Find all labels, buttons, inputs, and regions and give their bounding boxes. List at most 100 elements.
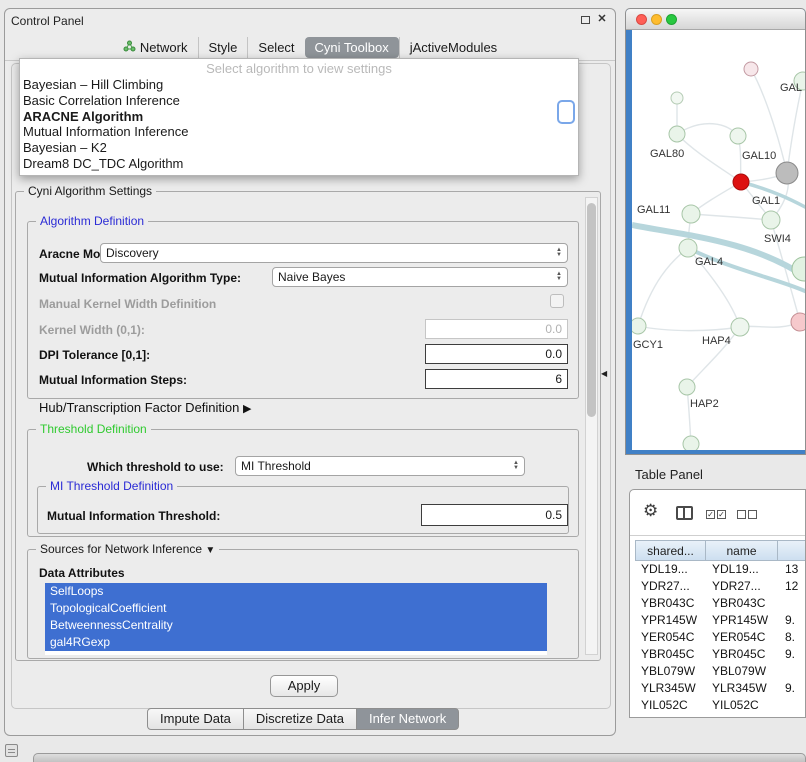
network-node[interactable] <box>744 62 758 76</box>
table-row[interactable]: YDR27... YDR27... 12 <box>636 578 806 595</box>
which-threshold-select[interactable]: MI Threshold ▲▼ <box>235 456 525 476</box>
cell-name: YBR043C <box>707 595 780 612</box>
close-icon[interactable]: ✕ <box>596 13 608 25</box>
mi-algorithm-type-select[interactable]: Naive Bayes ▲▼ <box>272 267 568 287</box>
cell-shared-name: YBR045C <box>636 646 707 663</box>
network-node[interactable] <box>671 92 683 104</box>
minimize-traffic-light-icon[interactable] <box>651 14 662 25</box>
tab-style[interactable]: Style <box>198 37 248 58</box>
network-node[interactable] <box>762 211 780 229</box>
tab-jactivemodules[interactable]: jActiveModules <box>399 37 507 58</box>
cell-shared-name: YDL19... <box>636 561 707 578</box>
table-row[interactable]: YLR345W YLR345W 9. <box>636 680 806 697</box>
column-header-name[interactable]: name <box>705 540 778 561</box>
network-node[interactable] <box>669 126 685 142</box>
tab-infer-network[interactable]: Infer Network <box>356 708 459 730</box>
cell-shared-name: YPR145W <box>636 612 707 629</box>
cell-value <box>780 663 806 680</box>
attribute-item-selected[interactable]: BetweennessCentrality <box>45 617 547 634</box>
settings-scrollbar-thumb[interactable] <box>587 203 596 417</box>
tab-discretize-data[interactable]: Discretize Data <box>243 708 357 730</box>
attribute-item-selected[interactable]: gal4RGexp <box>45 634 547 651</box>
tab-cyni-toolbox[interactable]: Cyni Toolbox <box>305 37 399 58</box>
network-canvas[interactable]: GAL GAL80 GAL10 GAL11 GAL1 SWI4 GAL4 GCY… <box>632 30 806 450</box>
mi-steps-label: Mutual Information Steps: <box>39 373 187 387</box>
mi-steps-field[interactable]: 6 <box>425 369 568 389</box>
network-node[interactable] <box>730 128 746 144</box>
control-panel-window: Control Panel ✕ Network S <box>4 8 616 736</box>
network-node[interactable] <box>679 379 695 395</box>
application-root: Control Panel ✕ Network S <box>0 0 806 762</box>
network-node[interactable] <box>683 436 699 450</box>
select-all-checks-icon[interactable]: ✓✓ <box>706 510 726 519</box>
node-label: GAL10 <box>742 150 776 162</box>
node-label: GAL1 <box>752 195 780 207</box>
dpi-tolerance-field[interactable]: 0.0 <box>425 344 568 364</box>
help-button[interactable] <box>557 100 575 124</box>
network-node[interactable] <box>679 239 697 257</box>
network-node[interactable] <box>731 318 749 336</box>
table-panel-window: ⚙ ✓✓ shared... name YDL19... YDL19... 13… <box>629 489 806 718</box>
table-row[interactable]: YER054C YER054C 8. <box>636 629 806 646</box>
network-node[interactable] <box>792 257 806 281</box>
sources-title-label: Sources for Network Inference <box>40 542 202 556</box>
float-window-icon[interactable] <box>581 16 590 24</box>
network-window-titlebar[interactable] <box>626 9 805 30</box>
mi-threshold-field[interactable]: 0.5 <box>421 504 568 526</box>
table-row[interactable]: YBL079W YBL079W <box>636 663 806 680</box>
cell-name: YER054C <box>707 629 780 646</box>
tab-network[interactable]: Network <box>113 37 198 58</box>
node-label: HAP2 <box>690 398 719 410</box>
algorithm-option[interactable]: Bayesian – Hill Climbing <box>20 77 578 93</box>
cell-shared-name: YLR345W <box>636 680 707 697</box>
kernel-width-field[interactable]: 0.0 <box>425 319 568 339</box>
hub-section-header[interactable]: Hub/Transcription Factor Definition ▶ <box>39 400 251 415</box>
cell-shared-name: YBR043C <box>636 595 707 612</box>
data-attributes-list[interactable]: SelfLoops TopologicalCoefficient Between… <box>45 583 547 655</box>
table-row[interactable]: YBR045C YBR045C 9. <box>636 646 806 663</box>
algorithm-option[interactable]: Dream8 DC_TDC Algorithm <box>20 156 578 172</box>
tab-impute-data[interactable]: Impute Data <box>147 708 244 730</box>
aracne-mode-select[interactable]: Discovery ▲▼ <box>100 243 568 263</box>
node-label: GCY1 <box>633 339 663 351</box>
close-traffic-light-icon[interactable] <box>636 14 647 25</box>
algorithm-option-selected[interactable]: ARACNE Algorithm <box>20 109 578 125</box>
gear-icon[interactable]: ⚙ <box>643 501 658 521</box>
attribute-item-selected[interactable]: TopologicalCoefficient <box>45 600 547 617</box>
table-toolbar: ⚙ ✓✓ <box>630 490 805 536</box>
network-node[interactable] <box>682 205 700 223</box>
dpi-tolerance-label: DPI Tolerance [0,1]: <box>39 348 150 362</box>
manual-kernel-width-label: Manual Kernel Width Definition <box>39 297 216 311</box>
tab-select[interactable]: Select <box>247 37 304 58</box>
table-row[interactable]: YIL052C YIL052C <box>636 697 806 714</box>
table-row[interactable]: YBR043C YBR043C <box>636 595 806 612</box>
settings-scrollbar[interactable] <box>585 197 598 655</box>
algorithm-option[interactable]: Basic Correlation Inference <box>20 93 578 109</box>
node-label: GAL4 <box>695 256 723 268</box>
deselect-all-checks-icon[interactable] <box>737 510 757 519</box>
algorithm-popup-placeholder: Select algorithm to view settings <box>20 60 578 77</box>
node-label: GAL11 <box>637 204 670 216</box>
network-node[interactable] <box>632 318 646 334</box>
table-row[interactable]: YPR145W YPR145W 9. <box>636 612 806 629</box>
algorithm-option[interactable]: Mutual Information Inference <box>20 124 578 140</box>
column-header-truncated[interactable] <box>777 540 806 561</box>
sources-group-title[interactable]: Sources for Network Inference ▼ <box>36 542 219 556</box>
columns-icon[interactable] <box>676 506 693 520</box>
algorithm-option[interactable]: Bayesian – K2 <box>20 140 578 156</box>
zoom-traffic-light-icon[interactable] <box>666 14 677 25</box>
splitter-collapse-icon[interactable]: ◀ <box>601 369 607 378</box>
cell-name: YBR045C <box>707 646 780 663</box>
table-panel-title: Table Panel <box>635 467 703 482</box>
attribute-item-selected[interactable]: SelfLoops <box>45 583 547 600</box>
tab-cyni-toolbox-label: Cyni Toolbox <box>315 40 389 55</box>
apply-button[interactable]: Apply <box>270 675 338 697</box>
show-panel-icon[interactable] <box>5 744 18 757</box>
column-header-shared-name[interactable]: shared... <box>635 540 706 561</box>
table-row[interactable]: YDL19... YDL19... 13 <box>636 561 806 578</box>
manual-kernel-width-checkbox[interactable] <box>550 294 564 308</box>
network-node[interactable] <box>791 313 806 331</box>
network-node-selected[interactable] <box>733 174 749 190</box>
collapsed-bottom-panel-bar[interactable] <box>33 753 806 762</box>
network-node-gal10[interactable] <box>776 162 798 184</box>
